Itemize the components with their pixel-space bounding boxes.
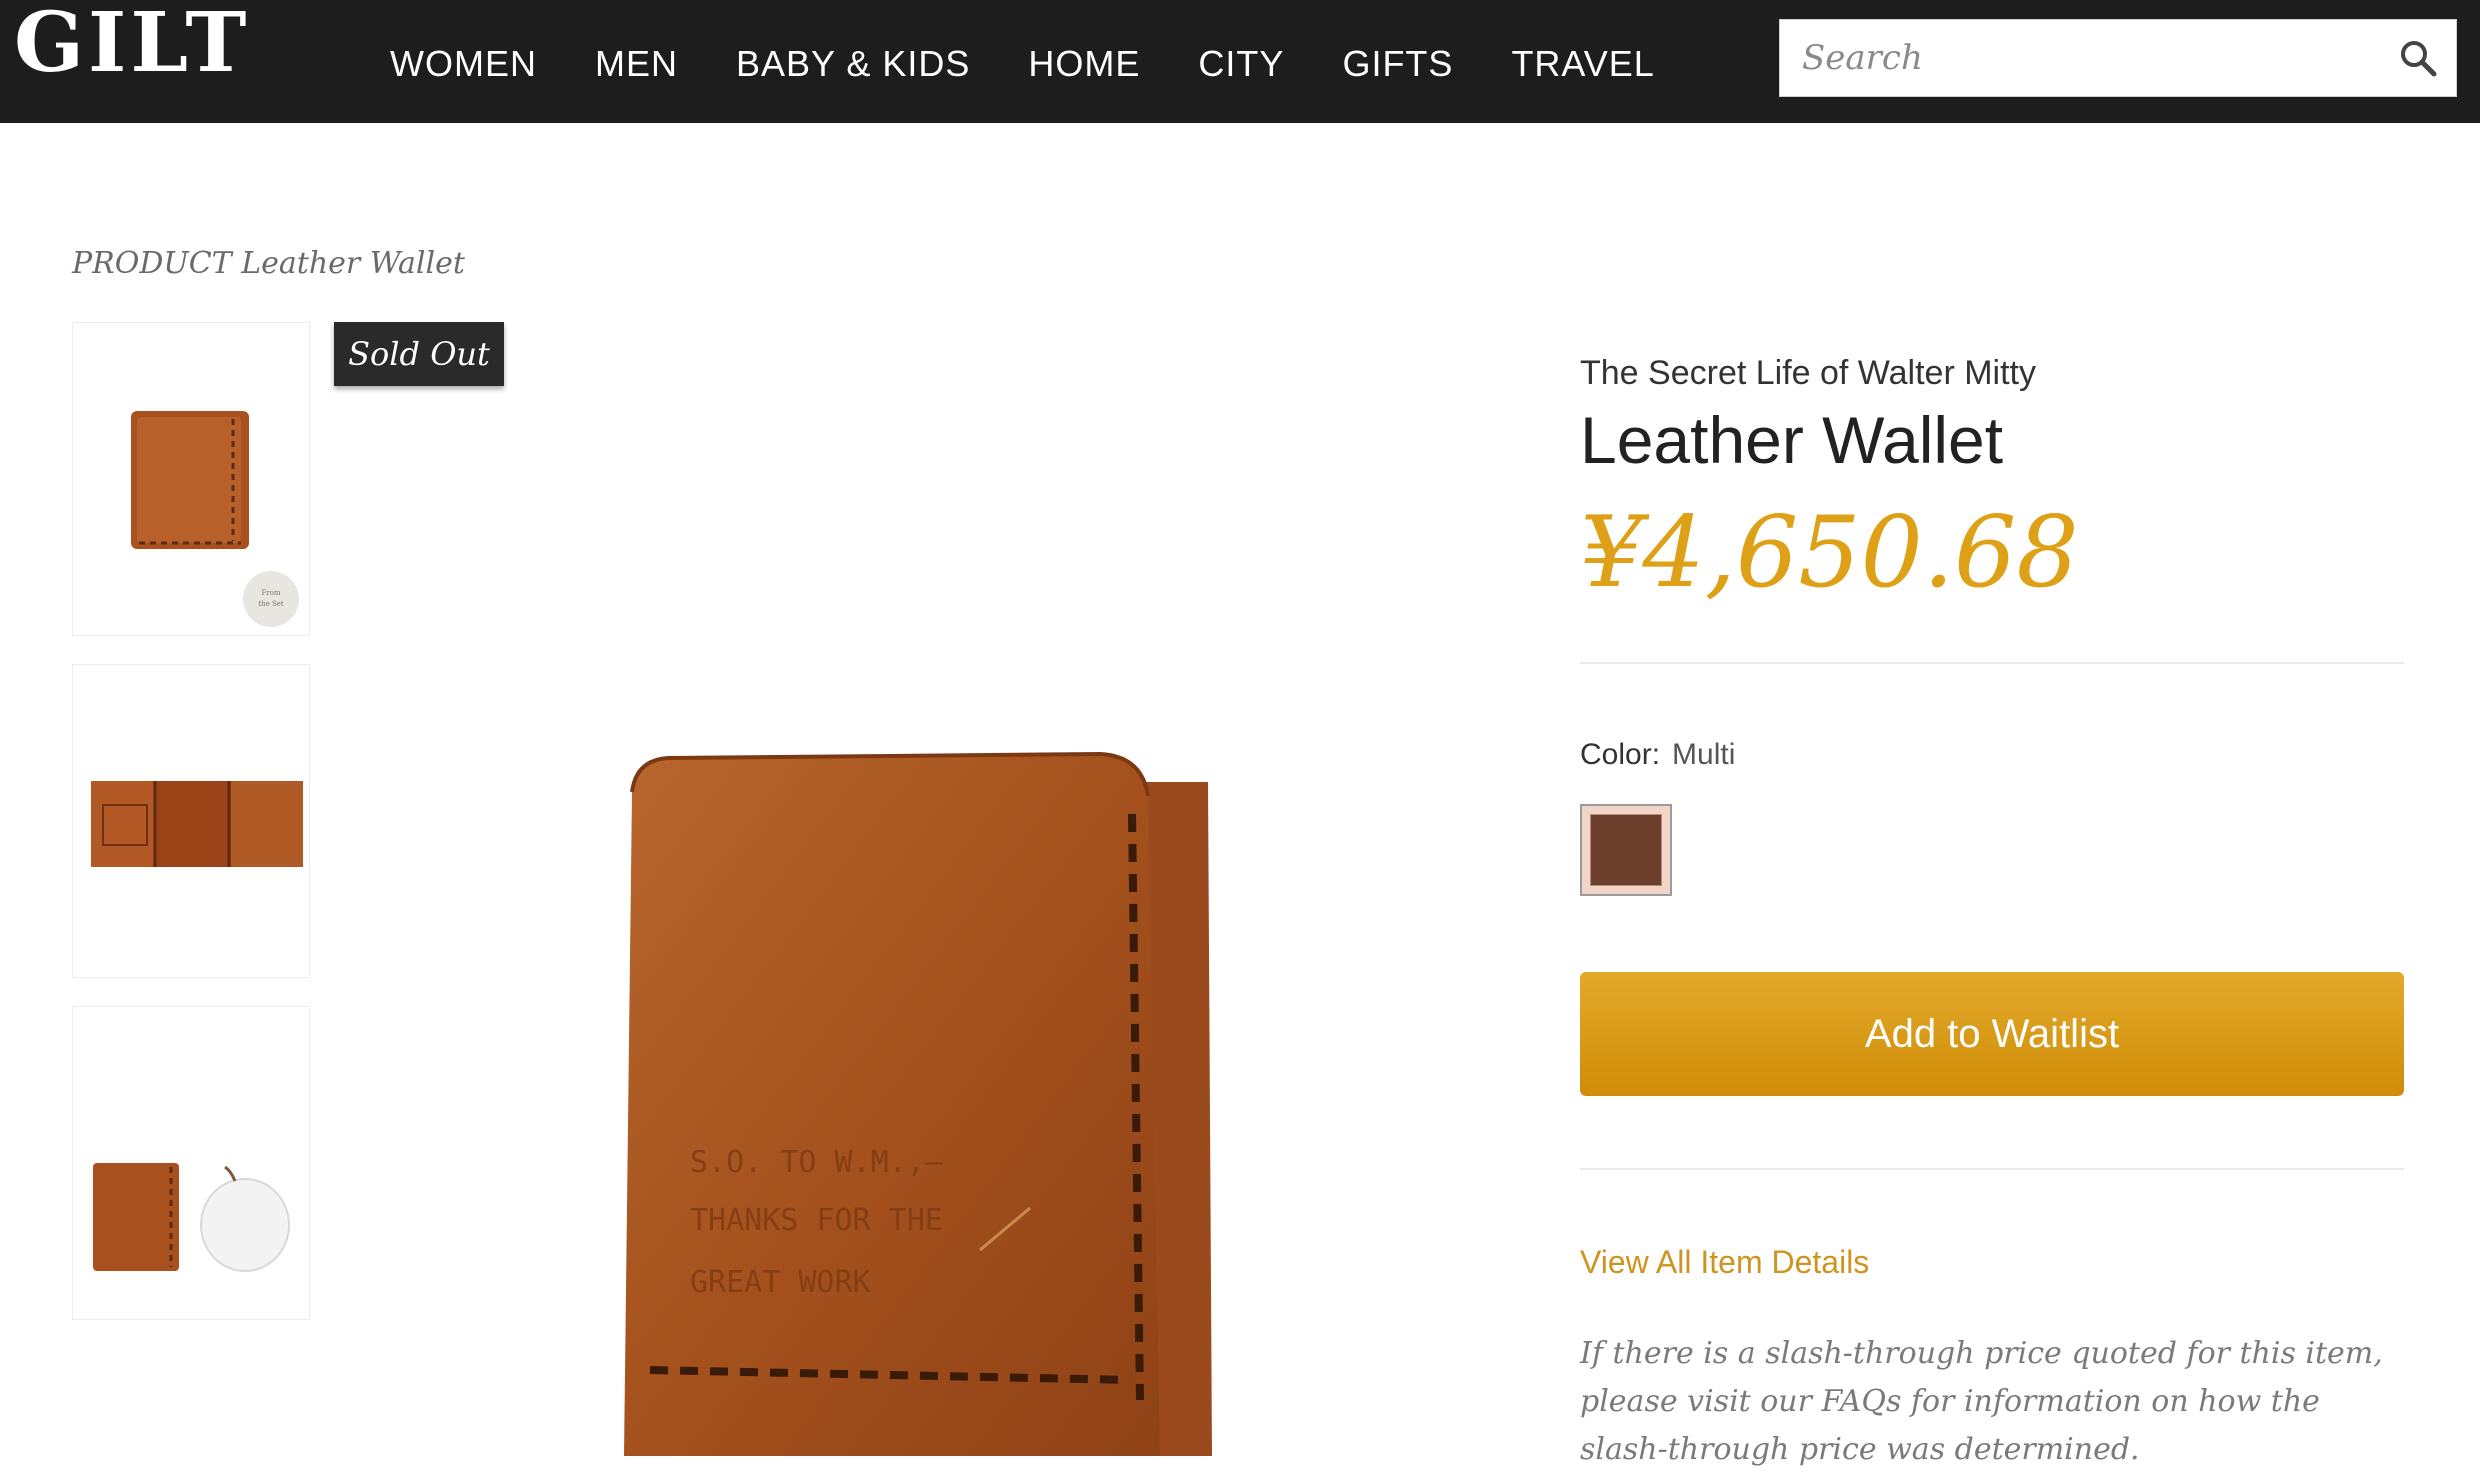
search-input[interactable] (1780, 20, 2380, 96)
product-thumbnail-lifestyle[interactable] (72, 1006, 310, 1320)
nav-item-gifts[interactable]: GIFTS (1342, 40, 1453, 88)
nav-item-city[interactable]: CITY (1198, 40, 1284, 88)
view-item-details-link[interactable]: View All Item Details (1580, 1244, 1869, 1281)
svg-text:THANKS FOR THE: THANKS FOR THE (690, 1203, 943, 1238)
search-box (1779, 19, 2457, 97)
color-label: Color: Multi (1580, 738, 1735, 772)
svg-text:GREAT WORK: GREAT WORK (690, 1265, 871, 1300)
color-swatch-multi[interactable] (1580, 804, 1672, 896)
swatch-fill (1590, 814, 1662, 886)
price-note: If there is a slash-through price quoted… (1580, 1336, 2383, 1467)
product-price: ¥4,650.68 (1580, 496, 2079, 610)
color-label-text: Color: (1580, 738, 1661, 771)
main-product-image: S.O. TO W.M.,— THANKS FOR THE GREAT WORK (624, 751, 1212, 1456)
nav-item-travel[interactable]: TRAVEL (1511, 40, 1654, 88)
product-title: Leather Wallet (1580, 403, 2004, 477)
search-icon[interactable] (2398, 38, 2438, 78)
color-value: Multi (1672, 738, 1736, 771)
sold-out-badge: Sold Out (334, 322, 504, 386)
product-brand[interactable]: The Secret Life of Walter Mitty (1580, 354, 2036, 393)
svg-text:the Set: the Set (258, 600, 284, 608)
breadcrumb: PRODUCT Leather Wallet (72, 246, 465, 281)
add-to-waitlist-button[interactable]: Add to Waitlist (1580, 972, 2404, 1096)
divider (1580, 1168, 2404, 1170)
wallet-front-image: From the Set (131, 411, 299, 627)
wallet-with-apple-image (93, 1163, 290, 1272)
svg-text:From: From (261, 589, 280, 597)
nav-item-women[interactable]: WOMEN (390, 40, 537, 88)
top-nav-bar: GILT WOMEN MEN BABY & KIDS HOME CITY GIF… (0, 0, 2480, 123)
wallet-open-image (91, 781, 303, 867)
nav-item-baby-kids[interactable]: BABY & KIDS (736, 40, 970, 88)
gilt-logo[interactable]: GILT (14, 2, 250, 84)
nav-item-men[interactable]: MEN (595, 40, 678, 88)
nav-item-home[interactable]: HOME (1028, 40, 1140, 88)
product-thumbnail-open[interactable] (72, 664, 310, 978)
divider (1580, 662, 2404, 664)
main-nav: WOMEN MEN BABY & KIDS HOME CITY GIFTS TR… (390, 40, 1713, 88)
product-thumbnail-front[interactable]: From the Set (72, 322, 310, 636)
svg-text:S.O. TO W.M.,—: S.O. TO W.M.,— (690, 1145, 944, 1180)
